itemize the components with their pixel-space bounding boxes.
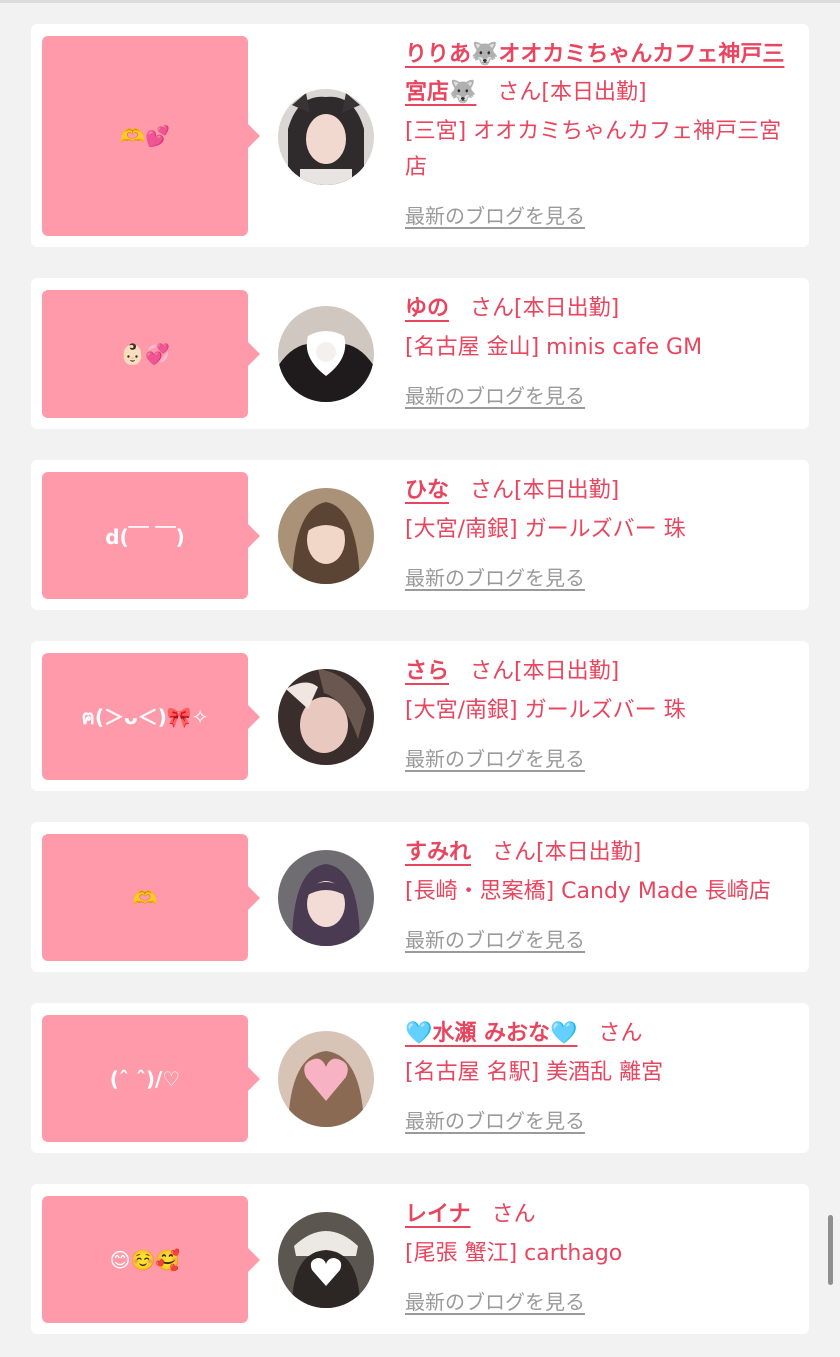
- girl-name-link[interactable]: 🩵水瀬 みおな🩵: [405, 1021, 577, 1046]
- message-text: ฅ(＞ᴗ＜)🎀✧: [81, 704, 209, 729]
- status-text: さん: [598, 1021, 643, 1046]
- latest-blog-link[interactable]: 最新のブログを見る: [405, 1286, 585, 1315]
- latest-blog-link[interactable]: 最新のブログを見る: [405, 380, 585, 409]
- avatar-photo: [278, 488, 374, 584]
- avatar-photo: [278, 1212, 374, 1308]
- status-text: さん[本日出勤]: [492, 840, 642, 865]
- message-bubble: 👶🏻💞: [42, 290, 260, 418]
- latest-blog-link[interactable]: 最新のブログを見る: [405, 743, 585, 772]
- girl-name-link[interactable]: ひな: [405, 478, 449, 503]
- avatar[interactable]: [278, 89, 374, 185]
- list-item: (ˆ ˆ)/♡ 🩵水瀬 みおな🩵 さん [名古屋 名駅] 美酒乱 離宮 最新のブ…: [31, 1003, 809, 1153]
- avatar-photo: [278, 669, 374, 765]
- list-item: 👶🏻💞 ゆの さん[本日出勤] [名古屋 金山] minis cafe GM 最…: [31, 278, 809, 429]
- diary-list: 🫶💕 りりあ🐺オオカミちゃんカフェ神戸三宮店🐺 さん[本日出勤] [三宮] オオ…: [31, 24, 809, 1334]
- latest-blog-link[interactable]: 最新のブログを見る: [405, 924, 585, 953]
- message-text: 🫶💕: [120, 124, 170, 148]
- message-bubble: ฅ(＞ᴗ＜)🎀✧: [42, 653, 260, 780]
- avatar[interactable]: [278, 488, 374, 584]
- message-bubble: (ˆ ˆ)/♡: [42, 1015, 260, 1142]
- message-text: 😊☺️🥰: [109, 1247, 181, 1272]
- girl-name-link[interactable]: すみれ: [405, 840, 471, 865]
- avatar[interactable]: [278, 669, 374, 765]
- message-text: (ˆ ˆ)/♡: [109, 1066, 181, 1091]
- message-text: d(￣ ￣): [105, 525, 185, 549]
- entry-info: ゆの さん[本日出勤] [名古屋 金山] minis cafe GM 最新のブロ…: [405, 290, 799, 409]
- shop-name: [大宮/南銀] ガールズバー 珠: [405, 517, 686, 542]
- status-text: さん[本日出勤]: [470, 478, 620, 503]
- avatar-photo: [278, 1031, 374, 1127]
- list-item: 🫶 すみれ さん[本日出勤] [長崎・思案橋] Candy Made 長崎店 最…: [31, 822, 809, 972]
- avatar-photo: [278, 89, 374, 185]
- girl-name-link[interactable]: ゆの: [405, 296, 449, 321]
- latest-blog-link[interactable]: 最新のブログを見る: [405, 1105, 585, 1134]
- shop-name: [三宮] オオカミちゃんカフェ神戸三宮店: [405, 119, 782, 180]
- shop-name: [大宮/南銀] ガールズバー 珠: [405, 698, 686, 723]
- list-item: 🫶💕 りりあ🐺オオカミちゃんカフェ神戸三宮店🐺 さん[本日出勤] [三宮] オオ…: [31, 24, 809, 247]
- status-text: さん[本日出勤]: [470, 296, 620, 321]
- status-text: さん: [491, 1202, 536, 1227]
- shop-name: [長崎・思案橋] Candy Made 長崎店: [405, 879, 771, 904]
- avatar[interactable]: [278, 850, 374, 946]
- latest-blog-link[interactable]: 最新のブログを見る: [405, 200, 585, 229]
- avatar[interactable]: [278, 306, 374, 402]
- top-divider: [0, 0, 840, 3]
- entry-info: さら さん[本日出勤] [大宮/南銀] ガールズバー 珠 最新のブログを見る: [405, 653, 799, 772]
- message-bubble: d(￣ ￣): [42, 472, 260, 599]
- list-item: d(￣ ￣) ひな さん[本日出勤] [大宮/南銀] ガールズバー 珠 最新のブ…: [31, 460, 809, 610]
- message-bubble: 🫶💕: [42, 36, 260, 236]
- message-bubble: 😊☺️🥰: [42, 1196, 260, 1323]
- list-item: ฅ(＞ᴗ＜)🎀✧ さら さん[本日出勤] [大宮/南銀] ガールズバー 珠 最新…: [31, 641, 809, 791]
- avatar-photo: [278, 850, 374, 946]
- message-text: 🫶: [132, 885, 158, 910]
- shop-name: [名古屋 名駅] 美酒乱 離宮: [405, 1060, 664, 1085]
- message-text: 👶🏻💞: [120, 342, 170, 366]
- avatar[interactable]: [278, 1212, 374, 1308]
- list-item: 😊☺️🥰 レイナ さん [尾張 蟹江] carthago 最新のブログを見る: [31, 1184, 809, 1334]
- shop-name: [尾張 蟹江] carthago: [405, 1241, 623, 1266]
- entry-info: 🩵水瀬 みおな🩵 さん [名古屋 名駅] 美酒乱 離宮 最新のブログを見る: [405, 1015, 799, 1134]
- status-text: さん[本日出勤]: [470, 659, 620, 684]
- latest-blog-link[interactable]: 最新のブログを見る: [405, 562, 585, 591]
- entry-info: ひな さん[本日出勤] [大宮/南銀] ガールズバー 珠 最新のブログを見る: [405, 472, 799, 591]
- entry-info: りりあ🐺オオカミちゃんカフェ神戸三宮店🐺 さん[本日出勤] [三宮] オオカミち…: [405, 36, 799, 229]
- avatar-photo: [278, 306, 374, 402]
- scrollbar[interactable]: [828, 1215, 833, 1285]
- entry-info: すみれ さん[本日出勤] [長崎・思案橋] Candy Made 長崎店 最新の…: [405, 834, 799, 953]
- girl-name-link[interactable]: レイナ: [405, 1202, 471, 1227]
- avatar[interactable]: [278, 1031, 374, 1127]
- message-bubble: 🫶: [42, 834, 260, 961]
- shop-name: [名古屋 金山] minis cafe GM: [405, 335, 703, 360]
- girl-name-link[interactable]: さら: [405, 659, 449, 684]
- status-text: さん[本日出勤]: [497, 80, 647, 105]
- entry-info: レイナ さん [尾張 蟹江] carthago 最新のブログを見る: [405, 1196, 799, 1315]
